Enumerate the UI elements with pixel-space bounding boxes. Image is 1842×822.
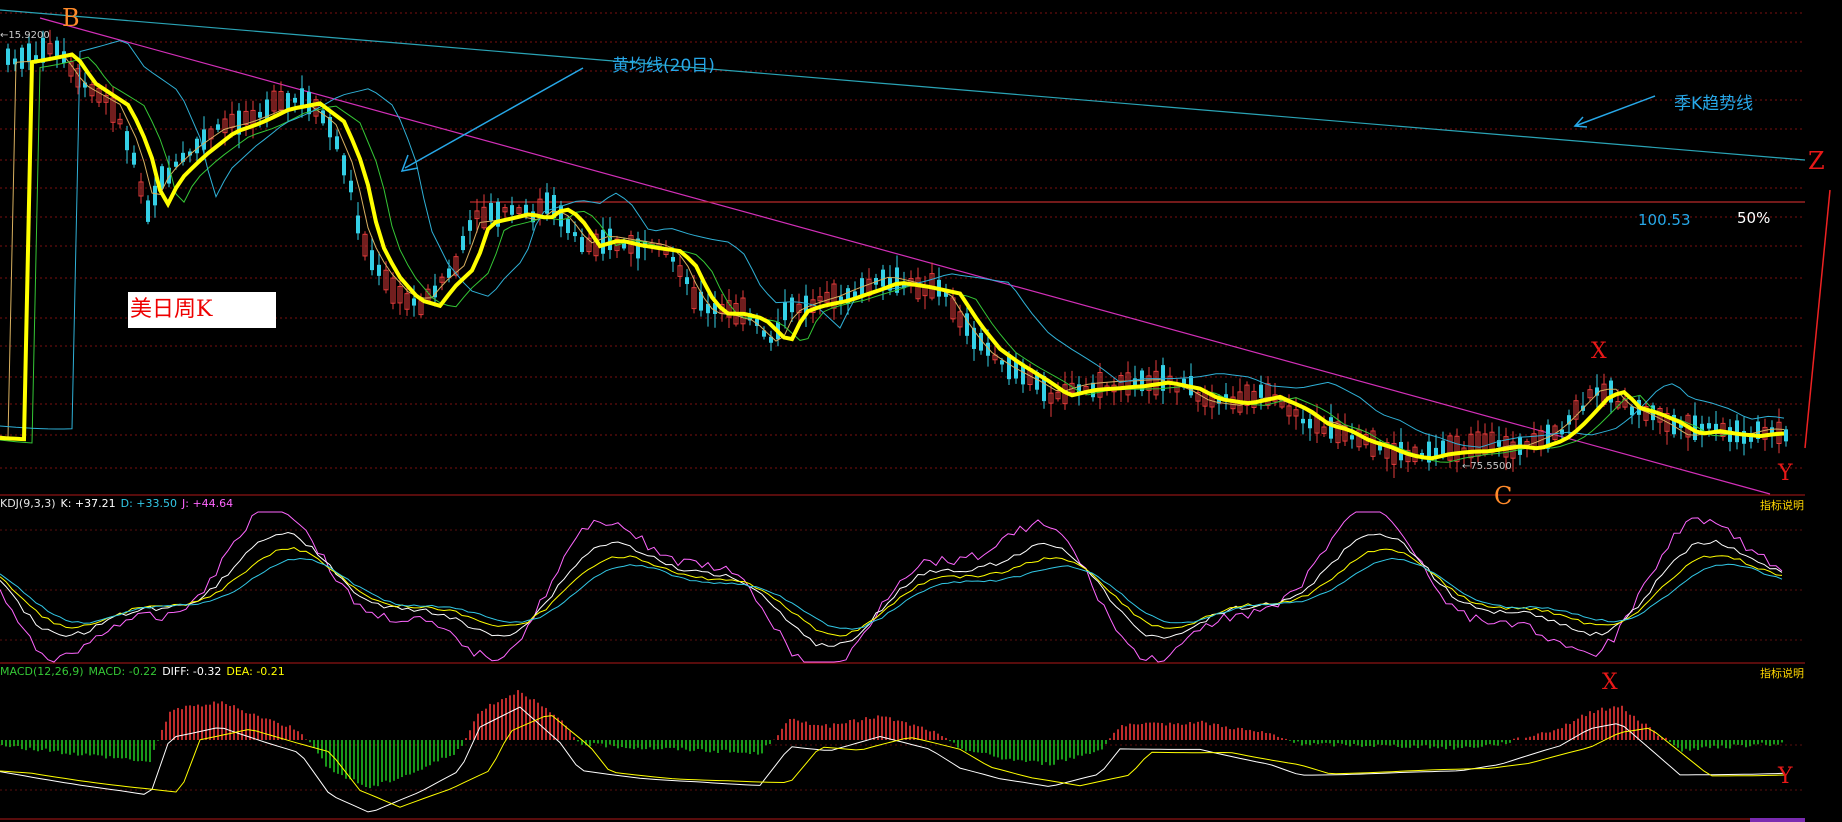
candle-body [342, 155, 346, 176]
trend-annotation: 季K趋势线 [1674, 94, 1754, 114]
label-y-price: Y [1778, 461, 1793, 486]
candle-body [125, 131, 129, 151]
ma20-annotation: 黄均线(20日) [612, 56, 715, 76]
candle-body [461, 235, 465, 251]
kdj-extra-line [0, 557, 1783, 630]
candle-body [1441, 440, 1445, 456]
chart-canvas [0, 9, 1831, 822]
candle-body [258, 111, 262, 118]
down-trend-line [39, 17, 1771, 495]
candle-body [293, 97, 297, 103]
macd-dea-line [0, 715, 1785, 808]
candle-body [153, 185, 157, 206]
candle-body [1350, 435, 1354, 440]
candle-body [468, 220, 472, 231]
candle-body [27, 43, 31, 63]
macd-value: MACD: -0.22 [88, 665, 158, 678]
candle-body [216, 124, 220, 130]
macd-explain-link[interactable]: 指标说明 [1760, 665, 1804, 681]
candle-body [146, 200, 150, 222]
label-x-macd: X [1602, 670, 1618, 695]
kdj-header: KDJ(9,3,3) K: +37.21 D: +33.50 J: +44.64 [0, 497, 238, 510]
candle-body [559, 205, 563, 227]
ma20-arrow-line [404, 67, 584, 169]
right-red-line [1804, 189, 1831, 449]
scroll-indicator [1750, 818, 1805, 822]
kdj-name: KDJ(9,3,3) [0, 497, 56, 510]
macd-diff: DIFF: -0.32 [162, 665, 222, 678]
candle-body [510, 205, 514, 215]
candle-body [895, 267, 899, 293]
macd-header: MACD(12,26,9) MACD: -0.22 DIFF: -0.32 DEA: … [0, 665, 290, 678]
kdj-j: J: +44.64 [182, 497, 234, 510]
candle-body [671, 256, 675, 262]
label-c: C [1494, 482, 1513, 510]
candle-body [307, 91, 311, 115]
candle-body [20, 47, 24, 69]
candle-body [412, 298, 416, 306]
candle-body [566, 219, 570, 234]
label-y-macd: Y [1778, 764, 1793, 789]
label-x-price: X [1591, 339, 1607, 364]
ma20-arrow-head [400, 154, 419, 172]
candle-body [1434, 447, 1438, 456]
candle-body [790, 297, 794, 313]
candle-body [1329, 417, 1333, 439]
label-z: Z [1808, 147, 1825, 175]
candle-body [1301, 418, 1305, 424]
kdj-k: K: +37.21 [60, 497, 116, 510]
candle-body [580, 237, 584, 253]
candle-body [6, 48, 10, 65]
candle-body [55, 40, 59, 57]
candle-body [783, 302, 787, 321]
candle-body [1784, 429, 1788, 442]
kdj-d: D: +33.50 [120, 497, 178, 510]
candle-body [965, 313, 969, 336]
candle-body [489, 202, 493, 221]
candle-body [286, 93, 290, 109]
candle-body [601, 229, 605, 254]
macd-name: MACD(12,26,9) [0, 665, 84, 678]
ma-fast-line [0, 55, 1785, 459]
macd-dea: DEA: -0.21 [226, 665, 285, 678]
candle-body [573, 232, 577, 237]
candle-body [685, 277, 689, 285]
candle-body [195, 138, 199, 154]
candle-body [377, 264, 381, 276]
macd-diff-line [0, 706, 1785, 813]
kdj-explain-link[interactable]: 指标说明 [1760, 497, 1804, 513]
candle-body [1161, 365, 1165, 391]
candle-body [1707, 423, 1711, 429]
seasonal-trend-line [0, 9, 1806, 161]
high-price-label: ←15.9200 [0, 30, 50, 41]
candle-body [356, 215, 360, 234]
candle-body [349, 180, 353, 193]
level-value: 100.53 [1638, 211, 1691, 229]
candle-body [335, 136, 339, 150]
candle-body [321, 110, 325, 124]
candle-body [447, 268, 451, 278]
candle-body [1308, 418, 1312, 429]
level-pct: 50% [1737, 209, 1771, 227]
candle-body [1259, 384, 1263, 398]
label-b: B [62, 4, 80, 32]
candle-body [1630, 406, 1634, 416]
candle-body [1735, 420, 1739, 443]
candle-body [370, 250, 374, 271]
chart-title: 美日周K [128, 292, 276, 328]
kdj-k-line [0, 531, 1783, 647]
low-price-label: ←75.5500 [1462, 461, 1512, 472]
kdj-d-line [0, 547, 1783, 637]
candle-body [132, 152, 136, 165]
